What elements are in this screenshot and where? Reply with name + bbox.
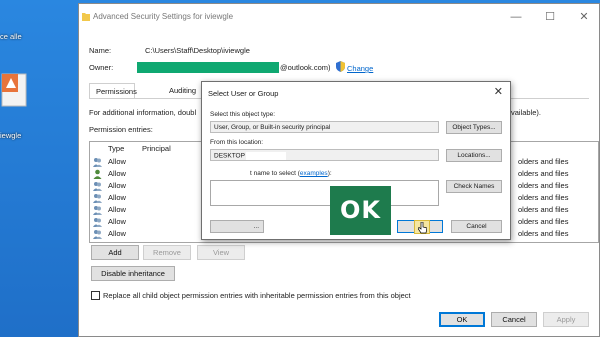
tab-auditing[interactable]: Auditing <box>163 83 205 98</box>
folder-icon <box>82 13 90 21</box>
uac-shield-icon <box>336 61 345 72</box>
entry-type: Allow <box>108 169 126 178</box>
hand-cursor-icon <box>418 222 427 234</box>
apply-button[interactable]: Apply <box>543 312 589 327</box>
owner-label: Owner: <box>89 63 114 72</box>
dialog-cancel-button[interactable]: Cancel <box>451 220 502 233</box>
enter-name-suffix: ): <box>327 170 332 177</box>
dialog-title: Select User or Group <box>208 89 279 98</box>
owner-value: @outlook.com) <box>280 63 331 72</box>
check-names-button[interactable]: Check Names <box>446 180 502 193</box>
user-icon <box>93 169 102 179</box>
location-value: DESKTOP <box>214 152 245 160</box>
ok-button[interactable]: OK <box>439 312 485 327</box>
add-button[interactable]: Add <box>91 245 139 260</box>
object-type-label: Select this object type: <box>210 111 276 118</box>
entry-type: Allow <box>108 181 126 190</box>
entry-applies-to: olders and files <box>518 205 569 214</box>
users-icon <box>93 218 102 227</box>
users-icon <box>93 194 102 203</box>
change-owner-link[interactable]: Change <box>347 64 373 73</box>
object-names-textarea[interactable] <box>210 180 439 206</box>
tab-permissions[interactable]: Permissions <box>89 83 137 99</box>
view-button[interactable]: View <box>197 245 245 260</box>
users-icon <box>93 158 102 167</box>
title-bar[interactable]: Advanced Security Settings for iviewgle … <box>79 4 599 29</box>
cancel-button[interactable]: Cancel <box>491 312 537 327</box>
replace-child-permissions-checkbox[interactable] <box>91 291 100 300</box>
entry-type: Allow <box>108 217 126 226</box>
enter-name-label: t name to select (examples): <box>250 170 332 177</box>
disable-inheritance-button[interactable]: Disable inheritance <box>91 266 175 281</box>
info-text-end: vailable). <box>511 108 542 117</box>
entry-type: Allow <box>108 193 126 202</box>
window-title: Advanced Security Settings for iviewgle <box>93 12 234 21</box>
remove-button[interactable]: Remove <box>143 245 191 260</box>
entry-applies-to: olders and files <box>518 217 569 226</box>
examples-link[interactable]: examples <box>300 170 328 177</box>
enter-name-text: t name to select ( <box>250 170 300 177</box>
location-label: From this location: <box>210 139 264 146</box>
replace-child-permissions-label[interactable]: Replace all child object permission entr… <box>103 291 411 300</box>
locations-button[interactable]: Locations... <box>446 149 502 162</box>
minimize-icon[interactable]: — <box>505 8 527 26</box>
entry-applies-to: olders and files <box>518 229 569 238</box>
dialog-close-icon[interactable]: ✕ <box>494 85 503 98</box>
object-type-field: User, Group, or Built-in security princi… <box>210 121 439 133</box>
entry-applies-to: olders and files <box>518 193 569 202</box>
close-icon[interactable]: ✕ <box>573 8 595 26</box>
owner-redaction <box>137 62 279 73</box>
entry-type: Allow <box>108 157 126 166</box>
users-icon <box>93 206 102 215</box>
entry-applies-to: olders and files <box>518 169 569 178</box>
desktop-icon-label[interactable]: ce alle <box>0 32 22 41</box>
permission-entries-label: Permission entries: <box>89 125 153 134</box>
ok-overlay-badge: OK <box>330 186 391 235</box>
entry-type: Allow <box>108 229 126 238</box>
powerpoint-file-icon[interactable] <box>0 72 30 114</box>
maximize-icon[interactable]: ☐ <box>539 8 561 26</box>
location-field: DESKTOP <box>210 149 439 161</box>
column-header-type[interactable]: Type <box>108 144 124 153</box>
desktop-icon-label[interactable]: iewgle <box>0 131 21 140</box>
advanced-button[interactable]: ... <box>210 220 264 233</box>
info-text: For additional information, doubl <box>89 108 197 117</box>
entry-type: Allow <box>108 205 126 214</box>
entry-applies-to: olders and files <box>518 157 569 166</box>
entry-applies-to: olders and files <box>518 181 569 190</box>
name-value: C:\Users\Staff\Desktop\iviewgle <box>145 46 250 55</box>
column-header-principal[interactable]: Principal <box>142 144 171 153</box>
name-label: Name: <box>89 46 112 55</box>
location-redaction <box>245 152 286 160</box>
users-icon <box>93 182 102 191</box>
object-types-button[interactable]: Object Types... <box>446 121 502 134</box>
users-icon <box>93 230 102 239</box>
